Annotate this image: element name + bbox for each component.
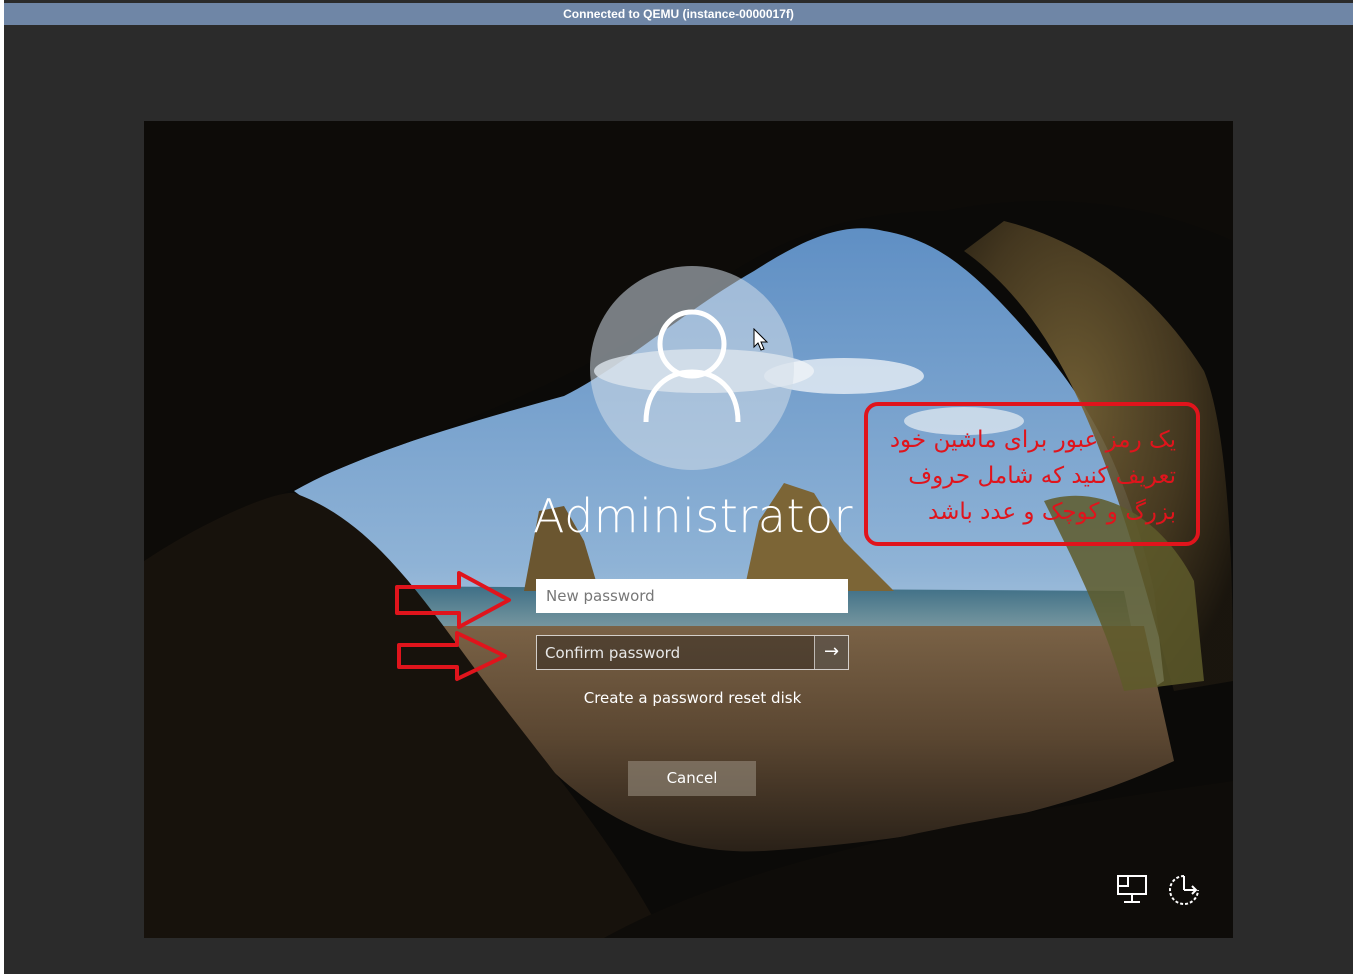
mouse-pointer-icon	[753, 328, 769, 351]
network-icon[interactable]	[1114, 874, 1152, 906]
vm-console-window: Connected to QEMU (instance-0000017f) Ad…	[4, 0, 1353, 974]
red-annotation-arrow-new-password	[395, 571, 511, 629]
password-reset-disk-link[interactable]: Create a password reset disk	[536, 689, 849, 707]
new-password-input[interactable]	[538, 581, 846, 611]
callout-line-2: تعریف کنید که شامل حروف	[908, 463, 1176, 489]
callout-line-3: بزرگ و کوچک و عدد باشد	[928, 499, 1176, 525]
ease-of-access-icon[interactable]	[1166, 872, 1202, 908]
lock-screen: Administrator → Create a password reset …	[144, 121, 1233, 938]
submit-arrow-button[interactable]: →	[814, 636, 848, 669]
connection-title-bar: Connected to QEMU (instance-0000017f)	[4, 3, 1353, 25]
account-name: Administrator	[532, 489, 854, 543]
user-avatar	[590, 266, 794, 470]
new-password-field-wrapper	[536, 579, 848, 613]
confirm-password-input[interactable]	[537, 636, 815, 669]
confirm-password-field-wrapper: →	[536, 635, 849, 670]
user-silhouette-icon	[643, 309, 741, 423]
red-annotation-arrow-confirm-password	[397, 631, 507, 681]
callout-line-1: یک رمز عبور برای ماشین خود	[889, 427, 1176, 453]
cancel-button[interactable]: Cancel	[628, 761, 756, 796]
arrow-right-icon: →	[823, 641, 840, 662]
password-instruction-callout: یک رمز عبور برای ماشین خود تعریف کنید که…	[864, 402, 1200, 546]
